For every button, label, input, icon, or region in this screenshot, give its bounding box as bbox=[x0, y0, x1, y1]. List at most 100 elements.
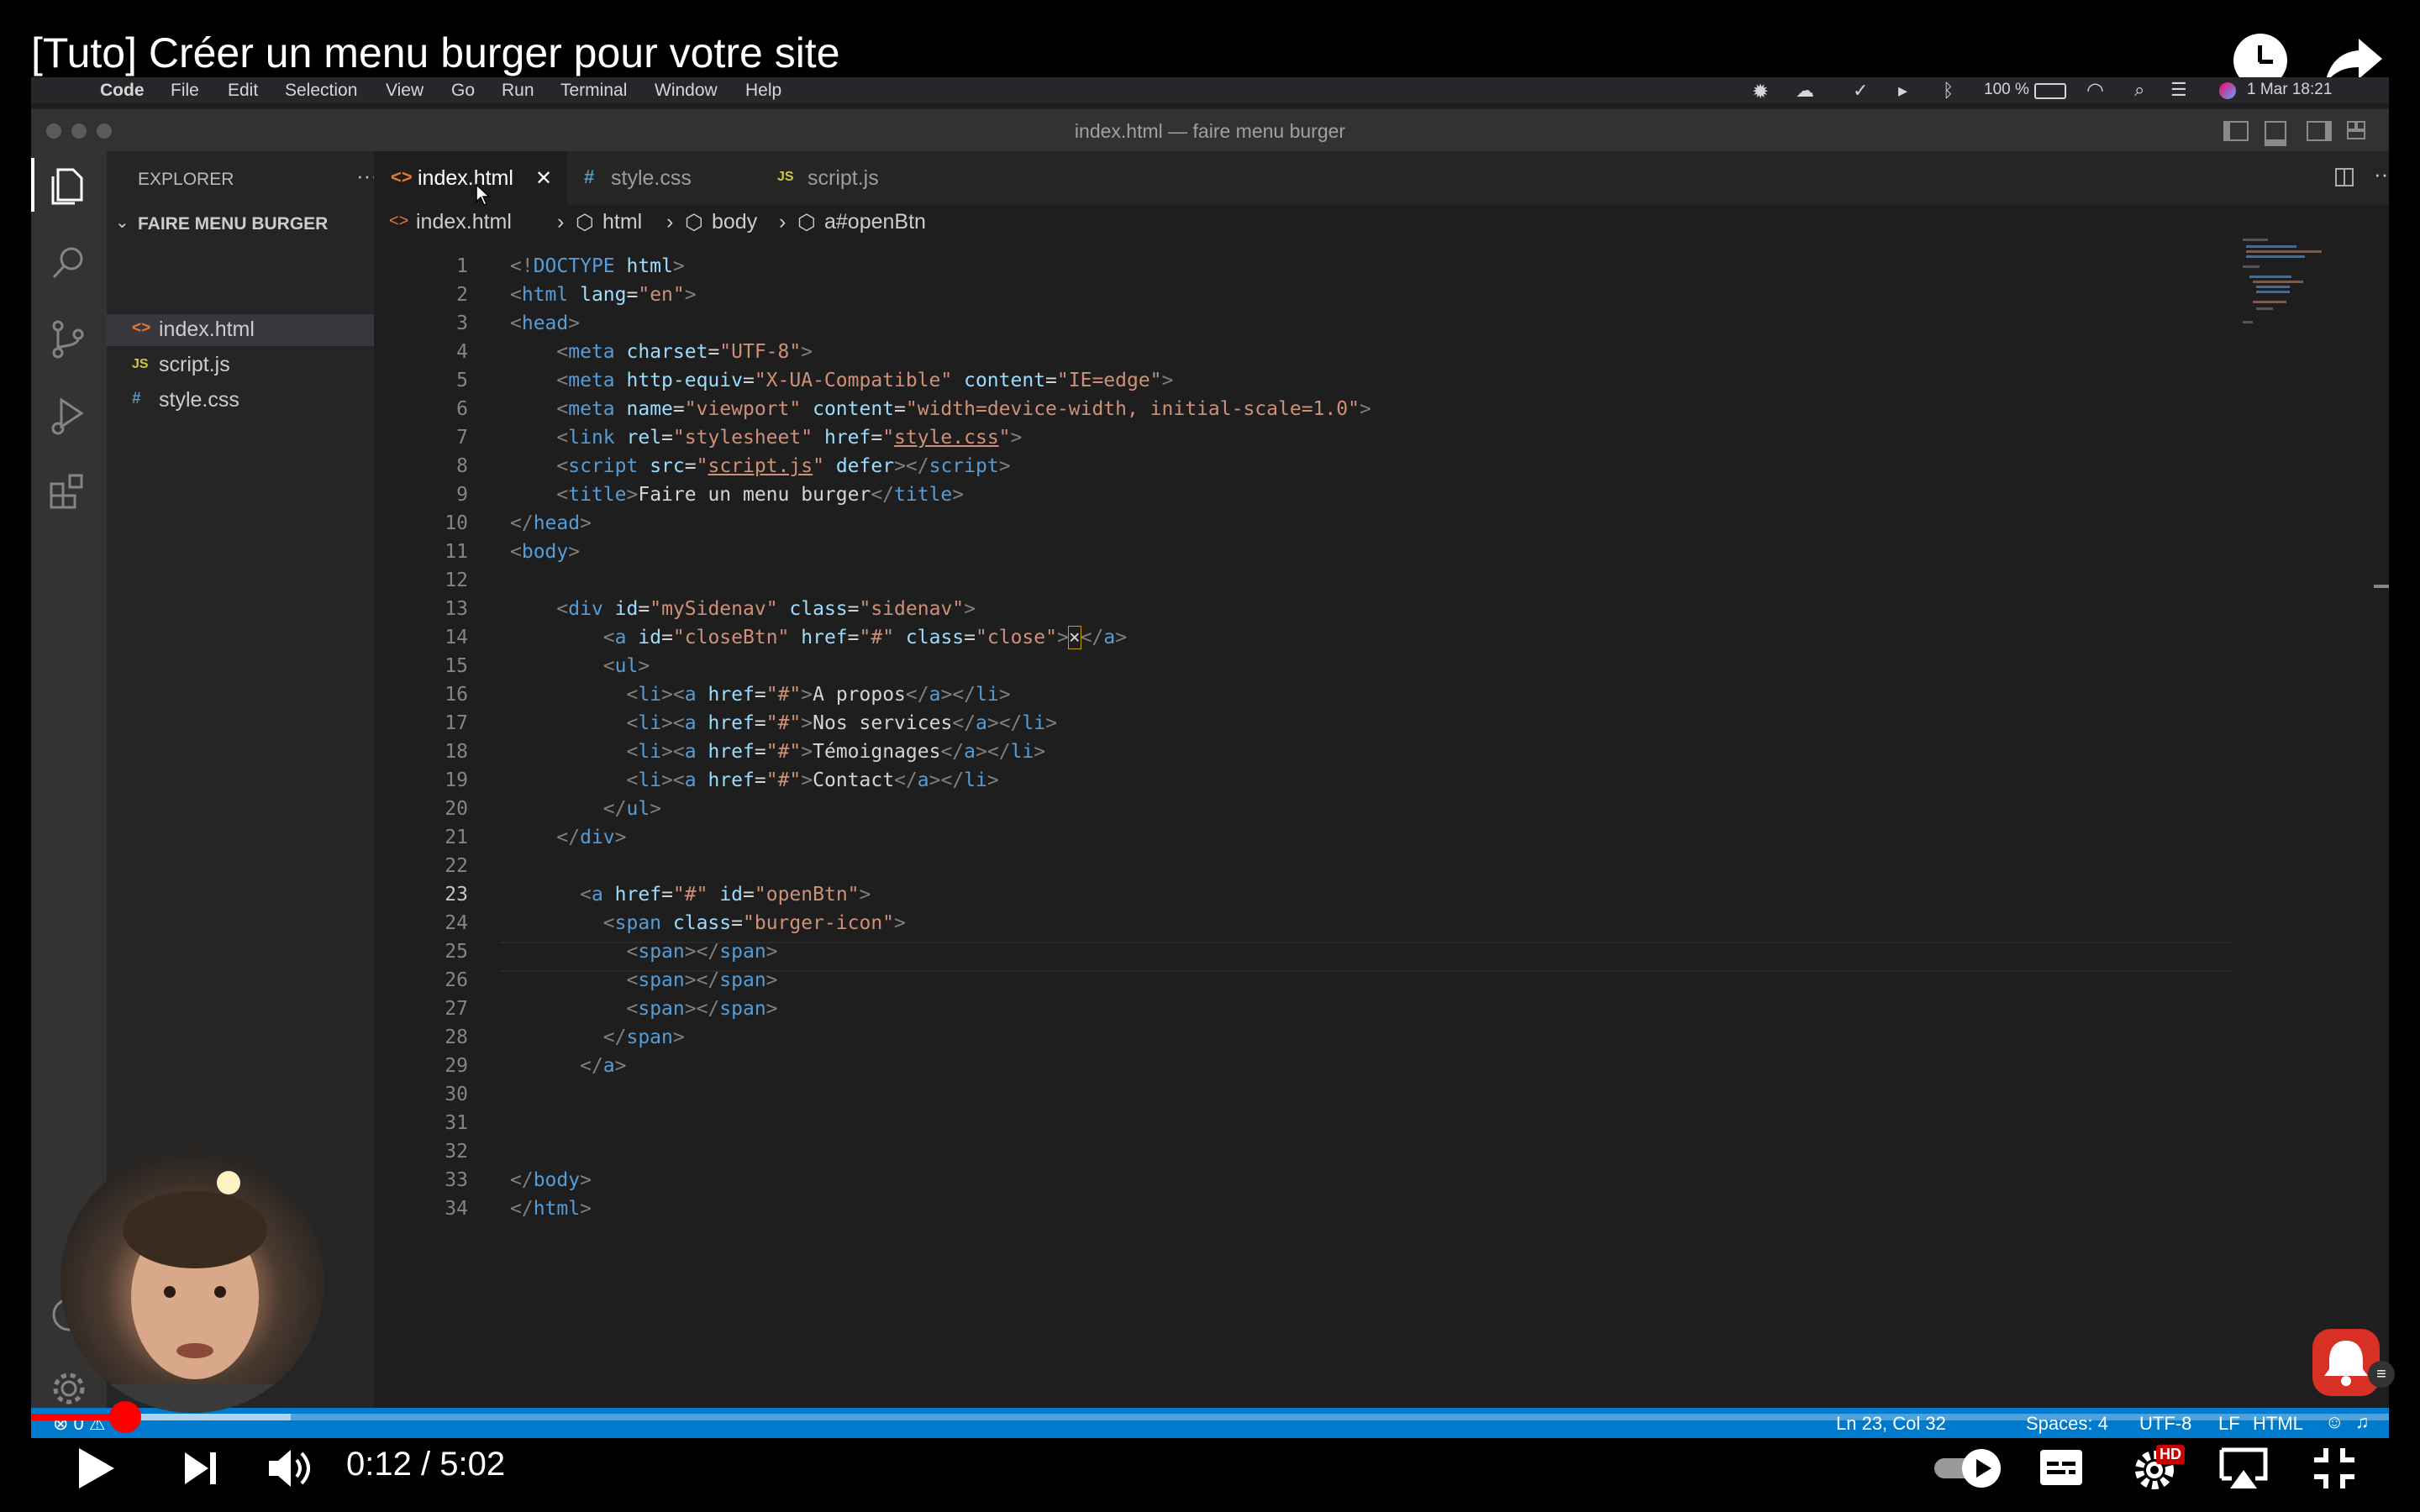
video-title[interactable]: [Tuto] Créer un menu burger pour votre s… bbox=[31, 29, 840, 77]
close-icon[interactable]: ✕ bbox=[535, 166, 552, 191]
chevron-right-icon: › bbox=[557, 210, 565, 234]
menu-help[interactable]: Help bbox=[745, 81, 781, 101]
tab-style-css[interactable]: # style.css bbox=[567, 151, 760, 205]
airplay-icon[interactable] bbox=[2218, 1446, 2269, 1490]
code-editor[interactable]: 1 2 3 4 5 6 7 8 9 10 11 12 13 14 15 16 1… bbox=[374, 239, 2389, 1418]
line-number: 29 bbox=[445, 1055, 468, 1077]
code-line: <title>Faire un menu burger</title> bbox=[556, 484, 965, 506]
line-number: 5 bbox=[456, 370, 468, 391]
toggle-secondary-sidebar-icon[interactable] bbox=[2307, 121, 2332, 141]
menu-view[interactable]: View bbox=[386, 81, 424, 101]
file-name: script.js bbox=[159, 353, 230, 376]
js-file-icon: JS bbox=[132, 357, 149, 371]
html-file-icon: <> bbox=[389, 212, 409, 230]
bluetooth-icon[interactable]: ᛒ bbox=[1943, 80, 1954, 102]
files-icon[interactable] bbox=[46, 163, 92, 208]
code-line: <span></span> bbox=[626, 941, 778, 963]
line-number: 3 bbox=[456, 312, 468, 334]
scrollbar-marker[interactable] bbox=[2374, 585, 2389, 588]
cube-icon: ⬡ bbox=[797, 211, 816, 234]
more-actions-icon[interactable]: ··· bbox=[2374, 161, 2389, 187]
screen-recording: Code File Edit Selection View Go Run Ter… bbox=[31, 77, 2389, 1438]
code-line: </body> bbox=[510, 1169, 592, 1191]
run-debug-icon[interactable] bbox=[46, 393, 92, 438]
settings-icon[interactable]: HD bbox=[2131, 1445, 2186, 1492]
subtitles-icon[interactable] bbox=[2039, 1448, 2084, 1487]
cloud-icon[interactable]: ☁ bbox=[1796, 80, 1814, 102]
line-number: 20 bbox=[445, 798, 468, 820]
line-number: 31 bbox=[445, 1112, 468, 1134]
toggle-sidebar-icon[interactable] bbox=[2223, 121, 2249, 141]
breadcrumb-element[interactable]: a#openBtn bbox=[824, 210, 926, 234]
breadcrumb-html[interactable]: html bbox=[602, 210, 642, 234]
code-line: <ul> bbox=[602, 655, 650, 677]
tab-label: index.html bbox=[418, 166, 513, 190]
progress-track[interactable] bbox=[31, 1414, 2389, 1420]
toggle-panel-icon[interactable] bbox=[2265, 121, 2286, 146]
menu-go[interactable]: Go bbox=[451, 81, 475, 101]
progress-scrubber[interactable] bbox=[109, 1401, 141, 1433]
split-editor-icon[interactable] bbox=[2335, 168, 2354, 186]
code-line: </ul> bbox=[602, 798, 662, 820]
menu-code[interactable]: Code bbox=[100, 81, 145, 101]
control-center-icon[interactable]: ☰ bbox=[2170, 79, 2187, 101]
battery-icon[interactable] bbox=[2034, 83, 2066, 99]
wifi-icon[interactable]: ◠ bbox=[2086, 78, 2104, 102]
menu-selection[interactable]: Selection bbox=[285, 81, 357, 101]
file-item-script-js[interactable]: JS script.js bbox=[107, 349, 374, 381]
volume-icon[interactable] bbox=[267, 1446, 314, 1490]
search-icon[interactable] bbox=[46, 240, 92, 286]
tab-index-html[interactable]: <> index.html ✕ bbox=[374, 151, 567, 205]
code-line: <li><a href="#">Nos services</a></li> bbox=[626, 712, 1057, 734]
cube-icon: ⬡ bbox=[685, 211, 703, 234]
file-item-style-css[interactable]: # style.css bbox=[107, 385, 374, 417]
line-number: 18 bbox=[445, 741, 468, 763]
brightness-icon[interactable]: ✹ bbox=[1752, 80, 1769, 104]
menu-edit[interactable]: Edit bbox=[228, 81, 258, 101]
search-icon[interactable]: ⌕ bbox=[2134, 79, 2144, 101]
line-number: 8 bbox=[456, 455, 468, 477]
html-file-icon: <> bbox=[132, 319, 151, 337]
line-number: 34 bbox=[445, 1198, 468, 1220]
menu-window[interactable]: Window bbox=[655, 81, 718, 101]
breadcrumb-body[interactable]: body bbox=[712, 210, 757, 234]
tab-script-js[interactable]: JS script.js bbox=[760, 151, 954, 205]
line-number: 21 bbox=[445, 827, 468, 848]
check-icon[interactable]: ✓ bbox=[1853, 80, 1868, 102]
minimap[interactable] bbox=[2241, 237, 2333, 329]
next-icon[interactable] bbox=[182, 1449, 220, 1488]
customize-layout-icon[interactable] bbox=[2347, 121, 2365, 139]
line-number: 27 bbox=[445, 998, 468, 1020]
window-titlebar: index.html — faire menu burger bbox=[31, 109, 2389, 151]
code-line: <meta name="viewport" content="width=dev… bbox=[556, 398, 1371, 420]
video-frame[interactable]: [Tuto] Créer un menu burger pour votre s… bbox=[0, 0, 2420, 1512]
file-item-index-html[interactable]: <> index.html bbox=[107, 314, 374, 346]
menu-file[interactable]: File bbox=[171, 81, 199, 101]
code-line: <li><a href="#">Témoignages</a></li> bbox=[626, 741, 1046, 763]
autoplay-toggle[interactable] bbox=[1933, 1448, 2003, 1488]
menu-run[interactable]: Run bbox=[502, 81, 534, 101]
file-name: index.html bbox=[159, 318, 255, 341]
line-number: 19 bbox=[445, 769, 468, 791]
line-number: 26 bbox=[445, 969, 468, 991]
subscribe-bell-icon[interactable] bbox=[2312, 1329, 2380, 1396]
chevron-down-icon[interactable]: ⌄ bbox=[115, 212, 129, 233]
play-icon[interactable] bbox=[74, 1446, 118, 1490]
folder-title[interactable]: FAIRE MENU BURGER bbox=[138, 214, 328, 234]
time-total: 5:02 bbox=[439, 1446, 506, 1483]
js-file-icon: JS bbox=[777, 170, 794, 184]
code-line: <link rel="stylesheet" href="style.css"> bbox=[556, 427, 1023, 449]
source-control-icon[interactable] bbox=[46, 316, 92, 361]
menu-terminal[interactable]: Terminal bbox=[560, 81, 627, 101]
extensions-icon[interactable] bbox=[46, 469, 92, 514]
code-line: <!DOCTYPE html> bbox=[510, 255, 685, 277]
time-display: 0:12 / 5:02 bbox=[346, 1446, 505, 1483]
siri-icon[interactable] bbox=[2219, 82, 2236, 99]
active-indicator bbox=[31, 158, 34, 212]
exit-fullscreen-icon[interactable] bbox=[2312, 1446, 2356, 1490]
gear-icon[interactable] bbox=[46, 1366, 92, 1411]
play-circle-icon[interactable]: ▸ bbox=[1898, 80, 1907, 102]
menubar-clock: 1 Mar 18:21 bbox=[2247, 81, 2333, 98]
breadcrumb-file[interactable]: index.html bbox=[416, 210, 512, 234]
tasks-icon[interactable]: ≡ bbox=[2368, 1361, 2395, 1388]
